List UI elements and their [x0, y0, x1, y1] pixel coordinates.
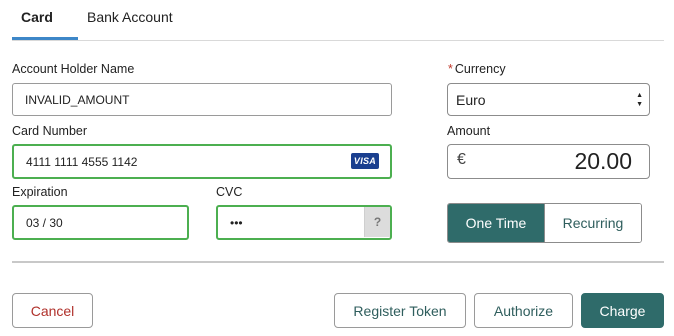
expiration-value: 03 / 30 — [26, 215, 63, 230]
one-time-option[interactable]: One Time — [448, 204, 544, 242]
amount-input[interactable]: € 20.00 — [447, 144, 650, 179]
cvc-value: ••• — [230, 215, 243, 230]
divider — [12, 261, 664, 263]
payment-tabs: Card Bank Account — [12, 0, 664, 41]
currency-select[interactable]: Euro ▲ ▼ — [447, 83, 650, 116]
cvc-help-icon[interactable]: ? — [364, 207, 390, 237]
expiration-label: Expiration — [12, 185, 68, 199]
amount-value: 20.00 — [574, 148, 632, 174]
currency-selected-value: Euro — [456, 91, 486, 108]
expiration-input[interactable]: 03 / 30 — [12, 205, 189, 240]
active-tab-indicator — [12, 37, 78, 40]
select-arrows-icon: ▲ ▼ — [636, 92, 643, 108]
card-number-label: Card Number — [12, 124, 88, 138]
tab-card[interactable]: Card — [21, 9, 53, 25]
cvc-label: CVC — [216, 185, 243, 199]
cancel-button[interactable]: Cancel — [12, 293, 93, 328]
register-token-button[interactable]: Register Token — [334, 293, 466, 328]
cvc-input[interactable]: ••• ? — [216, 205, 392, 240]
charge-button[interactable]: Charge — [581, 293, 664, 328]
account-holder-value: INVALID_AMOUNT — [25, 92, 130, 107]
euro-icon: € — [457, 151, 466, 168]
payment-type-toggle: One Time Recurring — [447, 203, 642, 243]
card-number-input[interactable]: 4111 1111 4555 1142 VISA — [12, 144, 392, 179]
currency-label: * Currency — [448, 62, 506, 76]
required-marker: * — [448, 62, 453, 76]
account-holder-input[interactable]: INVALID_AMOUNT — [12, 83, 392, 116]
currency-label-text: Currency — [454, 62, 506, 76]
amount-label: Amount — [447, 124, 491, 138]
authorize-button[interactable]: Authorize — [474, 293, 573, 328]
account-holder-label: Account Holder Name — [12, 62, 135, 76]
visa-card-icon: VISA — [351, 153, 379, 169]
recurring-option[interactable]: Recurring — [544, 204, 641, 242]
card-number-value: 4111 1111 4555 1142 — [26, 154, 138, 169]
tab-bank-account[interactable]: Bank Account — [87, 9, 173, 25]
